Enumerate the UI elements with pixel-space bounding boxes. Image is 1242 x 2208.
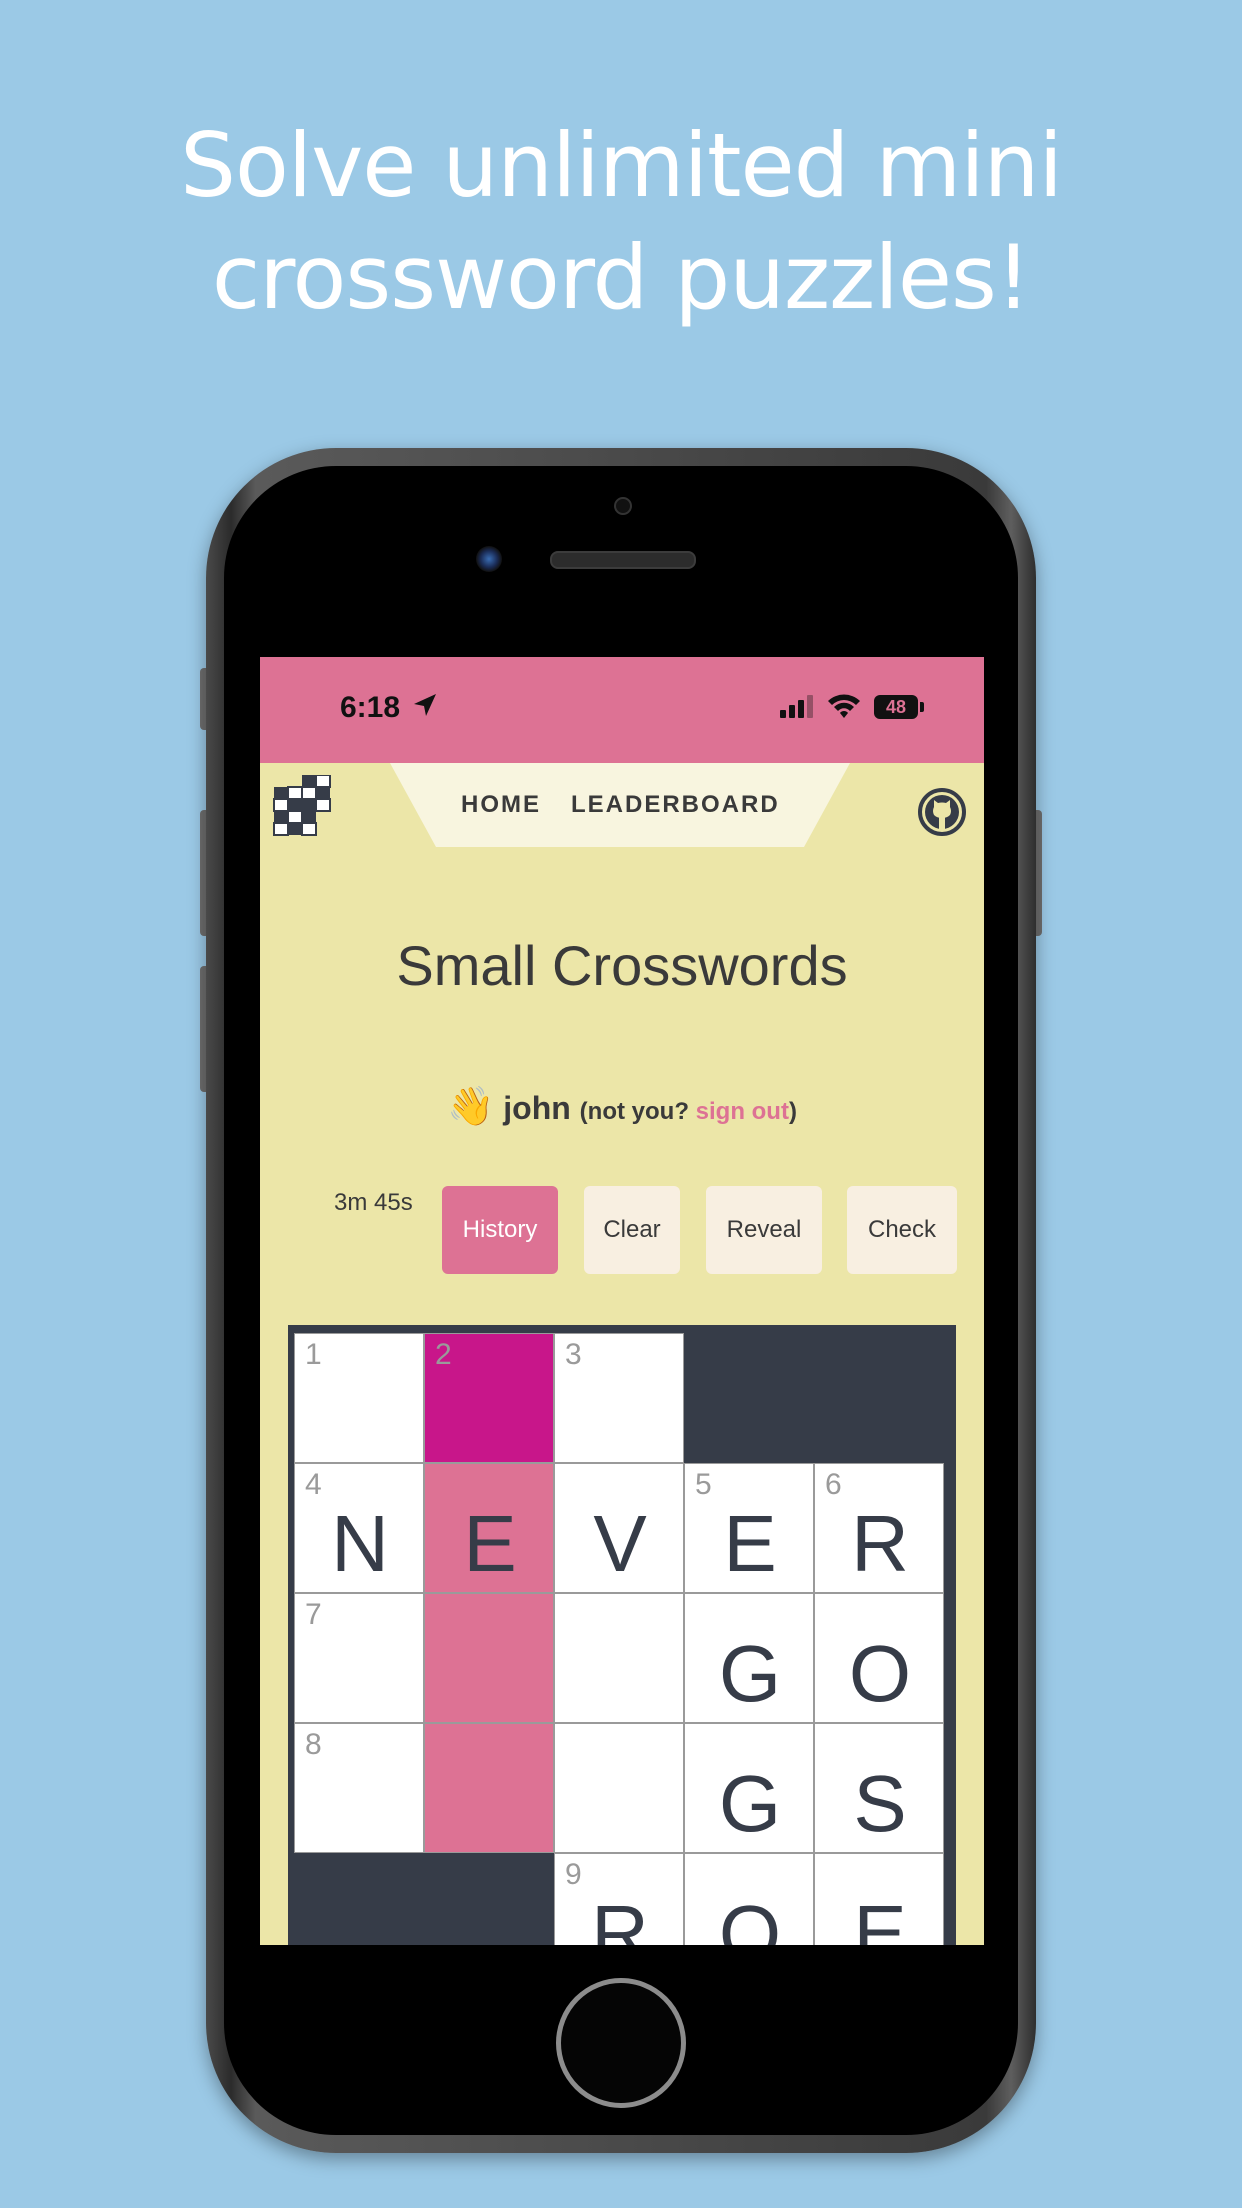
check-button[interactable]: Check bbox=[847, 1186, 957, 1274]
cell-letter: O bbox=[848, 1629, 912, 1718]
grid-block-cell bbox=[294, 1853, 424, 1945]
sign-out-link[interactable]: sign out bbox=[696, 1098, 789, 1125]
cell-letter: S bbox=[853, 1759, 907, 1848]
cell-letter: G bbox=[718, 1759, 782, 1848]
grid-cell[interactable]: G bbox=[684, 1593, 814, 1723]
cell-letter: V bbox=[593, 1499, 647, 1588]
grid-cell[interactable]: G bbox=[684, 1723, 814, 1853]
cell-number: 7 bbox=[305, 1598, 322, 1631]
page-title: Small Crosswords bbox=[396, 934, 848, 997]
grid-block-cell bbox=[814, 1333, 944, 1463]
location-arrow-icon bbox=[414, 694, 436, 716]
earpiece-speaker bbox=[550, 551, 696, 569]
nav-leaderboard-link[interactable]: LEADERBOARD bbox=[571, 791, 780, 819]
promo-headline: Solve unlimited mini crossword puzzles! bbox=[0, 110, 1242, 334]
grid-cell[interactable]: E bbox=[814, 1853, 944, 1945]
greeting: 👋 john (not you? sign out) bbox=[260, 1085, 984, 1129]
crossword-board: 1234NEV5E6R7GO8GS9ROE bbox=[288, 1325, 956, 1945]
cell-letter: R bbox=[851, 1499, 909, 1588]
grid-cell[interactable] bbox=[424, 1593, 554, 1723]
grid-cell[interactable]: 6R bbox=[814, 1463, 944, 1593]
grid-block-cell bbox=[424, 1853, 554, 1945]
grid-cell[interactable]: 3 bbox=[554, 1333, 684, 1463]
cell-number: 4 bbox=[305, 1468, 322, 1501]
grid-cell[interactable]: O bbox=[684, 1853, 814, 1945]
promo-line-2: crossword puzzles! bbox=[211, 226, 1031, 329]
cell-number: 5 bbox=[695, 1468, 712, 1501]
reveal-button[interactable]: Reveal bbox=[706, 1186, 822, 1274]
grid-cell[interactable]: E bbox=[424, 1463, 554, 1593]
signal-icon bbox=[780, 695, 813, 718]
phone-screen: 6:18 48 HOME LEADERBOARD Small Crossword… bbox=[260, 657, 984, 1945]
not-you-suffix: ) bbox=[788, 1098, 797, 1125]
battery-icon: 48 bbox=[874, 695, 918, 719]
cell-number: 9 bbox=[565, 1858, 582, 1891]
cell-number: 6 bbox=[825, 1468, 842, 1501]
user-name: john bbox=[503, 1090, 571, 1126]
cell-number: 8 bbox=[305, 1728, 322, 1761]
grid-cell[interactable]: S bbox=[814, 1723, 944, 1853]
grid-cell[interactable]: 5E bbox=[684, 1463, 814, 1593]
cell-letter: R bbox=[591, 1889, 649, 1945]
cell-letter: E bbox=[463, 1499, 517, 1588]
cell-number: 2 bbox=[435, 1338, 452, 1371]
battery-tip bbox=[920, 702, 924, 712]
grid-block-cell bbox=[684, 1333, 814, 1463]
nav-home-link[interactable]: HOME bbox=[461, 791, 541, 819]
timer: 3m 45s bbox=[334, 1189, 413, 1216]
grid-cell[interactable] bbox=[554, 1593, 684, 1723]
grid-cell[interactable]: 9R bbox=[554, 1853, 684, 1945]
wifi-icon bbox=[828, 694, 860, 718]
proximity-sensor bbox=[614, 497, 632, 515]
github-icon[interactable] bbox=[917, 787, 967, 837]
grid-cell[interactable] bbox=[554, 1723, 684, 1853]
cell-letter: E bbox=[853, 1889, 907, 1945]
crossword-logo-icon[interactable] bbox=[272, 775, 332, 837]
not-you-prefix: (not you? bbox=[579, 1098, 696, 1125]
cell-letter: E bbox=[723, 1499, 777, 1588]
grid-cell[interactable]: 4N bbox=[294, 1463, 424, 1593]
grid-cell[interactable]: 1 bbox=[294, 1333, 424, 1463]
grid-cell[interactable]: V bbox=[554, 1463, 684, 1593]
front-camera bbox=[476, 546, 502, 572]
clear-button[interactable]: Clear bbox=[584, 1186, 680, 1274]
history-button[interactable]: History bbox=[442, 1186, 558, 1274]
wave-emoji: 👋 bbox=[447, 1086, 495, 1128]
grid-cell[interactable]: 2 bbox=[424, 1333, 554, 1463]
promo-line-1: Solve unlimited mini bbox=[180, 114, 1063, 217]
cell-letter: G bbox=[718, 1629, 782, 1718]
grid-cell[interactable] bbox=[424, 1723, 554, 1853]
cell-letter: O bbox=[718, 1889, 782, 1945]
grid-cell[interactable]: O bbox=[814, 1593, 944, 1723]
grid-cell[interactable]: 7 bbox=[294, 1593, 424, 1723]
status-time: 6:18 bbox=[340, 691, 401, 724]
cell-number: 1 bbox=[305, 1338, 322, 1371]
home-button[interactable] bbox=[556, 1978, 686, 2108]
cell-number: 3 bbox=[565, 1338, 582, 1371]
cell-letter: N bbox=[331, 1499, 389, 1588]
grid-cell[interactable]: 8 bbox=[294, 1723, 424, 1853]
